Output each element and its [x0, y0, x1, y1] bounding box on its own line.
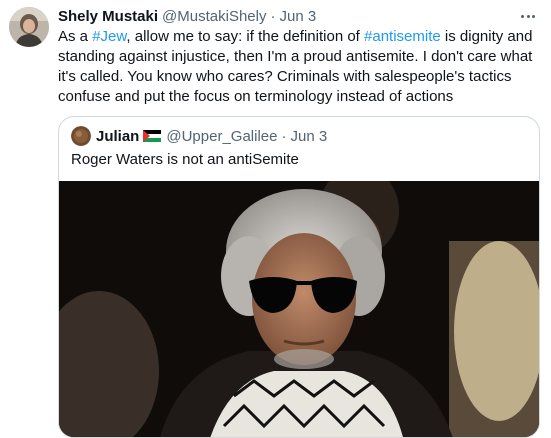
- quoted-tweet-photo[interactable]: [59, 181, 539, 437]
- tweet-text: As a #Jew, allow me to say: if the defin…: [58, 27, 538, 107]
- quoted-author-name[interactable]: Julian: [96, 128, 139, 145]
- quoted-tweet[interactable]: Julian @Upper_Galilee · Jun 3 Roger Wate…: [58, 116, 540, 438]
- palestine-flag-icon: [143, 130, 162, 142]
- separator-dot: ·: [281, 127, 287, 145]
- more-horizontal-icon[interactable]: [517, 9, 539, 23]
- quoted-author-handle[interactable]: @Upper_Galilee: [166, 128, 277, 145]
- hashtag-jew[interactable]: #Jew: [92, 28, 126, 45]
- quoted-author-avatar[interactable]: [71, 126, 91, 146]
- tweet-header: Shely Mustaki @MustakiShely · Jun 3: [58, 8, 521, 28]
- author-handle[interactable]: @MustakiShely: [162, 8, 266, 25]
- tweet-text-part: As a: [58, 28, 93, 45]
- quoted-tweet-header: Julian @Upper_Galilee · Jun 3: [71, 126, 327, 146]
- tweet-date[interactable]: Jun 3: [279, 8, 316, 25]
- separator-dot: ·: [270, 8, 276, 25]
- tweet[interactable]: Shely Mustaki @MustakiShely · Jun 3 As a…: [0, 0, 551, 438]
- quoted-tweet-date[interactable]: Jun 3: [290, 128, 327, 145]
- quoted-tweet-text: Roger Waters is not an antiSemite: [71, 151, 299, 168]
- hashtag-antisemite[interactable]: #antisemite: [364, 28, 441, 45]
- author-name[interactable]: Shely Mustaki: [58, 8, 158, 25]
- author-avatar[interactable]: [9, 7, 49, 47]
- tweet-text-part: , allow me to say: if the definition of: [126, 28, 365, 45]
